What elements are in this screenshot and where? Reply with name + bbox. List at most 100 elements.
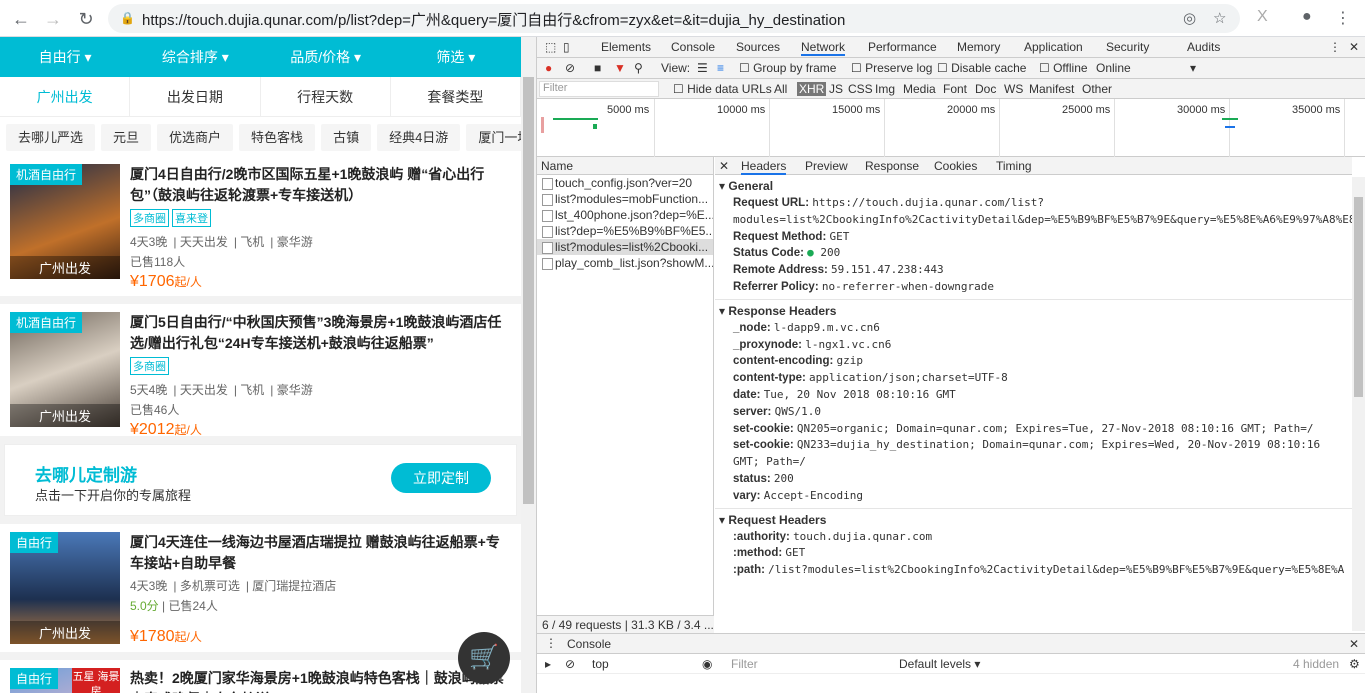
response-headers-toggle[interactable]: ▾ Response Headers [715, 300, 1352, 320]
type-img[interactable]: Img [875, 82, 895, 96]
tag[interactable]: 厦门一地 [466, 124, 521, 151]
tab-audits[interactable]: Audits [1187, 40, 1220, 54]
waterfall-view-icon[interactable]: ≡ [717, 61, 724, 75]
type-js[interactable]: JS [829, 82, 843, 96]
type-manifest[interactable]: Manifest [1029, 82, 1074, 96]
scrollbar-thumb[interactable] [523, 77, 534, 504]
product-title[interactable]: 厦门4日自由行/2晚市区国际五星+1晚鼓浪屿 赠“省心出行包”（鼓浪屿往返轮渡票… [130, 164, 507, 206]
tab-departure[interactable]: 广州出发 [0, 77, 131, 116]
console-tab[interactable]: Console [567, 637, 611, 651]
request-row[interactable]: play_comb_list.json?showM... [537, 255, 713, 271]
tab-package[interactable]: 套餐类型 [391, 77, 521, 116]
request-row[interactable]: touch_config.json?ver=20 [537, 175, 713, 191]
hide-data-urls-checkbox[interactable]: ☐ Hide data URLs [673, 82, 772, 96]
cart-icon[interactable]: 🛒 [458, 632, 510, 684]
gear-icon[interactable]: ⚙ [1349, 657, 1360, 671]
disable-cache-checkbox[interactable]: ☐ Disable cache [937, 61, 1026, 75]
tab-headers[interactable]: Headers [741, 159, 787, 175]
camera-icon[interactable]: ■ [594, 61, 601, 75]
detail-scrollbar[interactable] [1352, 177, 1365, 631]
more-icon[interactable]: ⋮ [1329, 40, 1341, 54]
type-font[interactable]: Font [943, 82, 967, 96]
tab-preview[interactable]: Preview [805, 159, 848, 173]
inspect-icon[interactable]: ⬚ [545, 40, 556, 54]
tab-application[interactable]: Application [1024, 40, 1083, 54]
search-icon[interactable]: ⚲ [634, 61, 643, 75]
tag[interactable]: 经典4日游 [377, 124, 461, 151]
preserve-log-checkbox[interactable]: ☐ Preserve log [851, 61, 932, 75]
close-icon[interactable]: ✕ [1349, 40, 1359, 54]
filter-free-travel[interactable]: 自由行 ▾ [0, 37, 130, 77]
request-row[interactable]: list?modules=mobFunction... [537, 191, 713, 207]
scrollbar-thumb[interactable] [1354, 197, 1363, 397]
reload-icon[interactable]: ↻ [75, 8, 97, 30]
back-icon[interactable]: ← [10, 8, 32, 30]
customize-button[interactable]: 立即定制 [391, 463, 491, 493]
type-all[interactable]: All [774, 82, 787, 96]
profile-icon[interactable]: ● [1302, 8, 1312, 26]
tab-memory[interactable]: Memory [957, 40, 1000, 54]
offline-checkbox[interactable]: ☐ Offline [1039, 61, 1088, 75]
type-doc[interactable]: Doc [975, 82, 996, 96]
sidebar-toggle-icon[interactable]: ▸ [545, 657, 551, 671]
levels-select[interactable]: Default levels ▾ [899, 657, 980, 671]
product-title[interactable]: 厦门5日自由行/“中秋国庆预售”3晚海景房+1晚鼓浪屿酒店任选/赠出行礼包“24… [130, 312, 507, 354]
tab-elements[interactable]: Elements [601, 40, 651, 54]
name-column-header[interactable]: Name [537, 157, 713, 175]
console-filter-input[interactable]: Filter [731, 657, 758, 671]
tab-date[interactable]: 出发日期 [130, 77, 261, 116]
product-card[interactable]: 自由行 广州出发 厦门4天连住一线海边书屋酒店瑞提拉 赠鼓浪屿往返船票+专车接站… [0, 524, 521, 652]
tab-days[interactable]: 行程天数 [261, 77, 391, 116]
close-detail-icon[interactable]: ✕ [719, 159, 729, 173]
drawer-menu-icon[interactable]: ⋮ [545, 636, 557, 650]
record-icon[interactable]: ● [545, 61, 552, 75]
type-xhr[interactable]: XHR [797, 82, 827, 96]
request-row[interactable]: lst_400phone.json?dep=%E... [537, 207, 713, 223]
network-overview[interactable]: 5000 ms 10000 ms 15000 ms 20000 ms 25000… [537, 99, 1365, 157]
product-card[interactable]: 自由行 五星 海景房 热卖！2晚厦门家华海景房+1晚鼓浪屿特色客栈｜鼓浪屿船票｜… [0, 660, 521, 693]
product-card[interactable]: 机酒自由行 广州出发 厦门5日自由行/“中秋国庆预售”3晚海景房+1晚鼓浪屿酒店… [0, 304, 521, 438]
eye-icon[interactable]: ◉ [702, 657, 712, 671]
clear-console-icon[interactable]: ⊘ [565, 657, 575, 671]
filter-quality-price[interactable]: 品质/价格 ▾ [261, 37, 391, 77]
type-other[interactable]: Other [1082, 82, 1112, 96]
filter-more[interactable]: 筛选 ▾ [391, 37, 521, 77]
close-drawer-icon[interactable]: ✕ [1349, 637, 1359, 651]
product-title[interactable]: 厦门4天连住一线海边书屋酒店瑞提拉 赠鼓浪屿往返船票+专车接站+自助早餐 [130, 532, 507, 574]
list-view-icon[interactable]: ☰ [697, 61, 708, 75]
tab-network[interactable]: Network [801, 40, 846, 56]
product-card[interactable]: 机酒自由行 广州出发 厦门4日自由行/2晚市区国际五星+1晚鼓浪屿 赠“省心出行… [0, 156, 521, 296]
url-text[interactable]: https://touch.dujia.qunar.com/p/list?dep… [142, 9, 845, 30]
type-media[interactable]: Media [903, 82, 936, 96]
forward-icon[interactable]: → [42, 8, 64, 30]
clear-icon[interactable]: ⊘ [565, 61, 575, 75]
tab-security[interactable]: Security [1106, 40, 1149, 54]
throttle-select[interactable]: Online ▾ [1096, 61, 1196, 75]
tab-console[interactable]: Console [671, 40, 715, 54]
tag[interactable]: 特色客栈 [239, 124, 316, 151]
filter-icon[interactable]: ▼ [614, 61, 626, 75]
context-select[interactable]: top [592, 657, 609, 671]
general-section-toggle[interactable]: ▾ General [715, 175, 1352, 195]
request-row[interactable]: list?dep=%E5%B9%BF%E5... [537, 223, 713, 239]
menu-icon[interactable]: ⋮ [1335, 8, 1351, 28]
page-scrollbar[interactable] [521, 37, 536, 693]
tag[interactable]: 元旦 [101, 124, 152, 151]
tab-sources[interactable]: Sources [736, 40, 780, 54]
tag[interactable]: 优选商户 [157, 124, 234, 151]
tab-response[interactable]: Response [865, 159, 919, 173]
bookmark-star-icon[interactable]: ☆ [1213, 9, 1226, 27]
location-icon[interactable]: ◎ [1183, 9, 1196, 27]
tab-cookies[interactable]: Cookies [934, 159, 977, 173]
request-headers-toggle[interactable]: ▾ Request Headers [715, 509, 1352, 529]
address-bar[interactable]: 🔒 https://touch.dujia.qunar.com/p/list?d… [108, 4, 1240, 33]
device-toolbar-icon[interactable]: ▯ [563, 40, 570, 54]
tag[interactable]: 古镇 [321, 124, 372, 151]
group-by-frame-checkbox[interactable]: ☐ Group by frame [739, 61, 836, 75]
extension-icon[interactable]: X [1257, 8, 1268, 26]
product-title[interactable]: 热卖！2晚厦门家华海景房+1晚鼓浪屿特色客栈｜鼓浪屿船票｜泰式晚餐｜专车接送 [130, 668, 507, 693]
filter-input[interactable]: Filter [539, 81, 659, 97]
tag[interactable]: 去哪儿严选 [6, 124, 96, 151]
filter-sort[interactable]: 综合排序 ▾ [130, 37, 260, 77]
tab-performance[interactable]: Performance [868, 40, 937, 54]
